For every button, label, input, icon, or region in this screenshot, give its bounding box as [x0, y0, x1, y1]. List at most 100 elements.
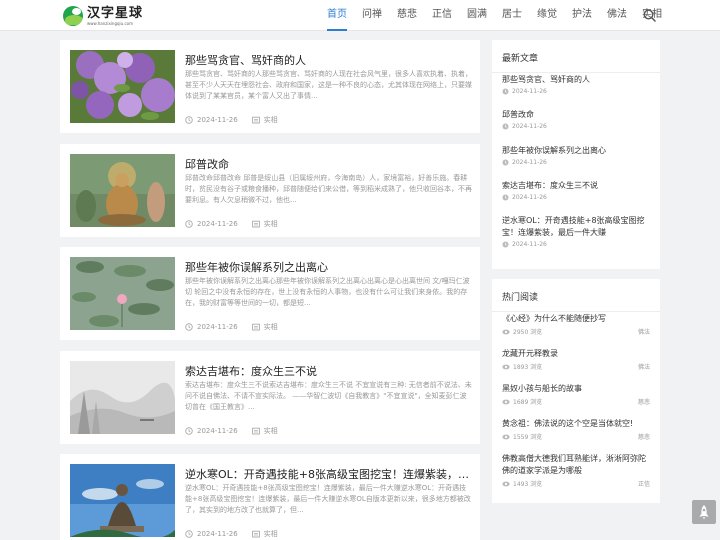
logo-mark-icon: [63, 6, 83, 26]
post-category[interactable]: 实相: [264, 529, 278, 539]
list-item-title[interactable]: 邱普改命: [502, 109, 650, 121]
list-item-title[interactable]: 黑奴小孩与船长的故事: [502, 383, 650, 395]
list-item-title[interactable]: 《心经》为什么不能随便抄写: [502, 313, 650, 325]
widget-title: 最新文章: [502, 54, 539, 64]
clock-icon: [502, 194, 509, 201]
nav-item-yuanman[interactable]: 圆满: [467, 0, 487, 31]
nav-item-cibei[interactable]: 慈悲: [397, 0, 417, 31]
nav-item-home[interactable]: 首页: [327, 0, 347, 31]
nav-item-jushi[interactable]: 居士: [502, 0, 522, 31]
post-date: 2024-11-26: [197, 530, 238, 538]
list-item[interactable]: 佛教高僧大德我们耳熟能详，淅淅阿弥陀佛的道家学派是为哪般 1493 浏览 正信: [502, 453, 650, 488]
list-item-views: 1893 浏览: [513, 364, 543, 371]
list-item-category[interactable]: 佛法: [638, 327, 650, 336]
list-item-title[interactable]: 黄念祖：佛法说的这个空是当体就空!: [502, 418, 650, 430]
list-item-category[interactable]: 慈悲: [638, 432, 650, 441]
widget-title: 热门阅读: [502, 293, 539, 303]
folder-icon: [251, 427, 260, 435]
post-date: 2024-11-26: [197, 323, 238, 331]
post-meta: 2024-11-26 实相: [185, 219, 278, 229]
post-thumbnail[interactable]: [70, 50, 175, 123]
post-category[interactable]: 实相: [264, 426, 278, 436]
post-date: 2024-11-26: [197, 427, 238, 435]
nav-item-wenchan[interactable]: 问禅: [362, 0, 382, 31]
list-item[interactable]: 邱普改命 2024-11-26: [502, 109, 650, 130]
site-header: 汉字星球 www.hanzixingqiu.com 首页 问禅 慈悲 正信 圆满…: [0, 0, 720, 31]
nav-item-fofa[interactable]: 佛法: [607, 0, 627, 31]
eye-icon: [502, 399, 510, 404]
post-meta: 2024-11-26 实相: [185, 426, 278, 436]
post-card[interactable]: 那些骂贪官、骂奸商的人 那些骂贪官、骂奸商的人那些骂贪官、骂奸商的人现在社会风气…: [60, 40, 480, 133]
post-meta: 2024-11-26 实相: [185, 322, 278, 332]
post-category[interactable]: 实相: [264, 322, 278, 332]
list-item[interactable]: 那些年被你误解系列之出离心 2024-11-26: [502, 145, 650, 166]
list-item[interactable]: 索达吉堪布：度众生三不说 2024-11-26: [502, 180, 650, 201]
post-card[interactable]: 逆水寒OL：开奇遇技能+8张高级宝图挖宝！连爆紫装，最后一件大赚 逆水寒OL：开…: [60, 454, 480, 540]
post-thumbnail[interactable]: [70, 464, 175, 537]
eye-icon: [502, 481, 510, 486]
list-item-date: 2024-11-26: [512, 194, 547, 201]
list-item[interactable]: 逆水寒OL：开奇遇技能+8张高级宝图挖宝！连爆紫装，最后一件大赚 2024-11…: [502, 215, 650, 248]
list-item-category[interactable]: 慈悲: [638, 397, 650, 406]
clock-icon: [185, 427, 193, 435]
post-category[interactable]: 实相: [264, 115, 278, 125]
post-thumbnail[interactable]: [70, 257, 175, 330]
clock-icon: [185, 530, 193, 538]
back-to-top-button[interactable]: [692, 500, 716, 524]
post-card[interactable]: 索达吉堪布：度众生三不说 索达吉堪布：度众生三不说索达吉堪布：度众生三不说 不宜…: [60, 351, 480, 444]
post-meta: 2024-11-26 实相: [185, 115, 278, 125]
main-nav: 首页 问禅 慈悲 正信 圆满 居士 缘觉 护法 佛法 实相: [327, 0, 677, 31]
post-excerpt: 逆水寒OL：开奇遇技能+8张高级宝图挖宝！连爆紫装，最后一件大赚逆水寒OL：开奇…: [185, 484, 471, 514]
nav-item-hufa[interactable]: 护法: [572, 0, 592, 31]
post-thumbnail[interactable]: [70, 361, 175, 434]
clock-icon: [185, 116, 193, 124]
post-card[interactable]: 邱普改命 邱普改命邱普改命 邱普是绥山县（旧属绥州府，今海南岛）人，家境富裕，好…: [60, 144, 480, 237]
list-item-title[interactable]: 索达吉堪布：度众生三不说: [502, 180, 650, 192]
folder-icon: [251, 323, 260, 331]
logo-name: 汉字星球: [87, 5, 144, 21]
post-excerpt: 那些年被你误解系列之出离心那些年被你误解系列之出离心出离心是心出离世间 文/嘎玛…: [185, 277, 470, 307]
post-title[interactable]: 逆水寒OL：开奇遇技能+8张高级宝图挖宝！连爆紫装，最后一件大赚: [185, 466, 473, 482]
post-excerpt: 那些骂贪官、骂奸商的人那些骂贪官、骂奸商的人现在社会风气里，很多人喜欢执着、执着…: [185, 70, 472, 100]
list-item-title[interactable]: 龙藏开元释教录: [502, 348, 650, 360]
list-item[interactable]: 黑奴小孩与船长的故事 1689 浏览 慈悲: [502, 383, 650, 406]
post-title[interactable]: 那些年被你误解系列之出离心: [185, 259, 473, 275]
post-title[interactable]: 那些骂贪官、骂奸商的人: [185, 52, 473, 68]
list-item[interactable]: 黄念祖：佛法说的这个空是当体就空! 1559 浏览 慈悲: [502, 418, 650, 441]
nav-item-yuanjue[interactable]: 缘觉: [537, 0, 557, 31]
list-item-title[interactable]: 那些骂贪官、骂奸商的人: [502, 74, 650, 86]
list-item-title[interactable]: 逆水寒OL：开奇遇技能+8张高级宝图挖宝！连爆紫装，最后一件大赚: [502, 215, 650, 239]
post-thumbnail[interactable]: [70, 154, 175, 227]
eye-icon: [502, 329, 510, 334]
list-item-title[interactable]: 那些年被你误解系列之出离心: [502, 145, 650, 157]
clock-icon: [502, 241, 509, 248]
list-item-category[interactable]: 正信: [638, 479, 650, 488]
folder-icon: [251, 220, 260, 228]
folder-icon: [251, 530, 260, 538]
divider: [492, 311, 660, 312]
list-item-views: 1559 浏览: [513, 434, 543, 441]
post-category[interactable]: 实相: [264, 219, 278, 229]
hot-posts-widget: 热门阅读 《心经》为什么不能随便抄写 2950 浏览 佛法 龙藏开元释教录 18…: [492, 279, 660, 503]
site-logo[interactable]: 汉字星球 www.hanzixingqiu.com: [63, 5, 143, 27]
post-title[interactable]: 索达吉堪布：度众生三不说: [185, 363, 473, 379]
eye-icon: [502, 434, 510, 439]
list-item-views: 2950 浏览: [513, 329, 543, 336]
clock-icon: [185, 220, 193, 228]
search-icon[interactable]: [643, 9, 656, 22]
post-date: 2024-11-26: [197, 220, 238, 228]
clock-icon: [185, 323, 193, 331]
list-item-title[interactable]: 佛教高僧大德我们耳熟能详，淅淅阿弥陀佛的道家学派是为哪般: [502, 453, 650, 477]
post-meta: 2024-11-26 实相: [185, 529, 278, 539]
list-item[interactable]: 那些骂贪官、骂奸商的人 2024-11-26: [502, 74, 650, 95]
clock-icon: [502, 159, 509, 166]
post-date: 2024-11-26: [197, 116, 238, 124]
nav-item-zhengxin[interactable]: 正信: [432, 0, 452, 31]
list-item[interactable]: 龙藏开元释教录 1893 浏览 佛法: [502, 348, 650, 371]
post-card[interactable]: 那些年被你误解系列之出离心 那些年被你误解系列之出离心那些年被你误解系列之出离心…: [60, 247, 480, 340]
divider: [492, 72, 660, 73]
list-item-category[interactable]: 佛法: [638, 362, 650, 371]
post-title[interactable]: 邱普改命: [185, 156, 473, 172]
logo-url: www.hanzixingqiu.com: [87, 20, 134, 26]
list-item[interactable]: 《心经》为什么不能随便抄写 2950 浏览 佛法: [502, 313, 650, 336]
